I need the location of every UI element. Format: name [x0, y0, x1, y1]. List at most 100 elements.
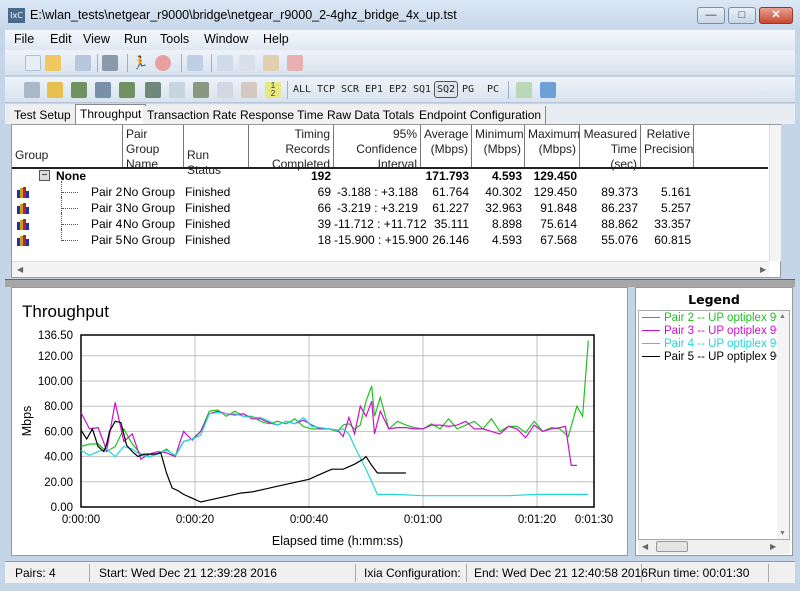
legend-item[interactable]: Pair 4 -- UP optiplex 90	[642, 338, 783, 350]
open-folder-icon[interactable]	[45, 55, 61, 71]
menu-file[interactable]: File	[14, 32, 34, 46]
header-label: Group	[15, 148, 49, 162]
copy-icon[interactable]	[239, 55, 255, 71]
tab-throughput[interactable]: Throughput	[75, 104, 147, 124]
minimize-button[interactable]: —	[697, 7, 725, 24]
status-start: Start: Wed Dec 21 12:39:28 2016	[99, 566, 277, 580]
legend-item[interactable]: Pair 3 -- UP optiplex 90	[642, 325, 783, 337]
scroll-right-icon[interactable]: ▶	[770, 542, 776, 551]
main-toolbar: 🏃	[5, 50, 795, 76]
modify-icon[interactable]	[241, 82, 257, 98]
filter-tcp[interactable]: TCP	[317, 84, 335, 95]
chart-pane: Throughput 0.00 20.00 40.00 60.00 80.00 100.00…	[11, 287, 628, 556]
toolbar-separator	[97, 54, 98, 72]
collapse-icon[interactable]: −	[39, 170, 50, 181]
results-table: Group Pair Group Name Run Status Timing R…	[11, 124, 781, 278]
menu-run[interactable]: Run	[124, 32, 147, 46]
tab-endpoint-configuration[interactable]: Endpoint Configuration	[415, 106, 547, 124]
header-minimum[interactable]: Minimum (Mbps)	[472, 125, 525, 168]
pane-splitter[interactable]	[5, 279, 795, 287]
save-icon[interactable]	[75, 55, 91, 71]
relative-precision: 5.257	[660, 201, 691, 215]
legend-item[interactable]: Pair 5 -- UP optiplex 90	[642, 351, 783, 363]
stop-icon[interactable]	[155, 55, 171, 71]
legend-horizontal-scrollbar[interactable]: ◀ ▶	[638, 540, 790, 554]
status-separator	[641, 564, 642, 582]
toolbar-separator	[508, 81, 509, 99]
filter-sq2[interactable]: SQ2	[434, 81, 459, 98]
tree-connector	[61, 229, 78, 241]
header-group[interactable]: Group	[12, 125, 123, 168]
tab-raw-data-totals[interactable]: Raw Data Totals	[323, 106, 420, 124]
timing-records: 66	[317, 201, 331, 215]
tab-test-setup[interactable]: Test Setup	[10, 106, 76, 124]
tree-connector	[61, 197, 78, 213]
filter-ep2[interactable]: EP2	[389, 84, 407, 95]
add-pair-icon[interactable]	[24, 82, 40, 98]
scroll-up-icon[interactable]: ▲	[779, 313, 786, 320]
paste-icon[interactable]	[263, 55, 279, 71]
run-icon[interactable]: 🏃	[132, 55, 148, 71]
add-endpoint-icon[interactable]	[71, 82, 87, 98]
tab-transaction-rate[interactable]: Transaction Rate	[143, 106, 243, 124]
menu-view[interactable]: View	[83, 32, 110, 46]
fraction-icon[interactable]: 12	[265, 82, 281, 98]
delete-icon[interactable]	[287, 55, 303, 71]
header-run-status[interactable]: Run Status	[184, 125, 249, 177]
horizontal-scrollbar[interactable]: ◀ ▶	[12, 261, 769, 277]
legend-title: Legend	[688, 292, 740, 307]
export-icon[interactable]	[516, 82, 532, 98]
edit-endpoint-icon[interactable]	[119, 82, 135, 98]
pair-name: Pair 4	[91, 217, 123, 231]
header-label: Average	[424, 127, 469, 141]
scroll-down-icon[interactable]: ▼	[779, 530, 786, 537]
multicast-icon[interactable]	[145, 82, 161, 98]
y-tick-label: 40.00	[44, 452, 73, 464]
filter-pc[interactable]: PC	[487, 84, 499, 95]
header-maximum[interactable]: Maximum (Mbps)	[525, 125, 580, 168]
filter-ep1[interactable]: EP1	[365, 84, 383, 95]
print-icon[interactable]	[102, 55, 118, 71]
report-icon[interactable]	[540, 82, 556, 98]
add-group-icon[interactable]	[95, 82, 111, 98]
filter-pg[interactable]: PG	[462, 84, 474, 95]
scroll-thumb[interactable]	[656, 541, 688, 552]
vertical-scrollbar[interactable]	[769, 125, 781, 261]
script-icon[interactable]	[193, 82, 209, 98]
pair-icon	[17, 187, 29, 198]
tab-bar: Test Setup Throughput Transaction Rate R…	[5, 104, 795, 124]
maximize-icon: □	[738, 9, 746, 21]
confidence-interval: -15.900 : +15.900	[334, 233, 429, 247]
menu-edit[interactable]: Edit	[50, 32, 72, 46]
add-multicast-icon[interactable]	[47, 82, 63, 98]
tab-response-time[interactable]: Response Time	[236, 106, 329, 124]
maximize-button[interactable]: □	[728, 7, 756, 24]
header-average[interactable]: Average (Mbps)	[421, 125, 472, 168]
edit-icon[interactable]	[169, 82, 185, 98]
filter-all[interactable]: ALL	[293, 84, 311, 95]
menu-window[interactable]: Window	[204, 32, 248, 46]
legend-item[interactable]: Pair 2 -- UP optiplex 90	[642, 312, 783, 324]
relative-precision: 33.357	[654, 217, 691, 231]
header-measured-time[interactable]: Measured Time (sec)	[580, 125, 641, 171]
header-label: Minimum	[475, 127, 524, 141]
legend-label: Pair 4 -- UP optiplex 90	[664, 338, 783, 350]
menu-help[interactable]: Help	[263, 32, 289, 46]
filter-sq1[interactable]: SQ1	[413, 84, 431, 95]
filter-scr[interactable]: SCR	[341, 84, 359, 95]
new-file-icon[interactable]	[25, 55, 41, 71]
cut-icon[interactable]	[217, 55, 233, 71]
header-confidence-interval[interactable]: 95% Confidence Interval	[334, 125, 421, 171]
confidence-interval: -3.188 : +3.188	[336, 185, 418, 199]
refresh-icon[interactable]	[187, 55, 203, 71]
header-pair-group-name[interactable]: Pair Group Name	[123, 125, 184, 171]
menu-tools[interactable]: Tools	[160, 32, 189, 46]
legend-vertical-scrollbar[interactable]: ▲ ▼	[777, 311, 789, 539]
scroll-right-icon[interactable]: ▶	[760, 265, 766, 274]
scroll-left-icon[interactable]: ◀	[17, 265, 23, 274]
disabled-icon[interactable]	[217, 82, 233, 98]
scroll-left-icon[interactable]: ◀	[642, 542, 648, 551]
close-button[interactable]: ✕	[759, 7, 793, 24]
header-timing-records[interactable]: Timing Records Completed	[249, 125, 334, 171]
header-relative-precision[interactable]: Relative Precision	[641, 125, 694, 168]
